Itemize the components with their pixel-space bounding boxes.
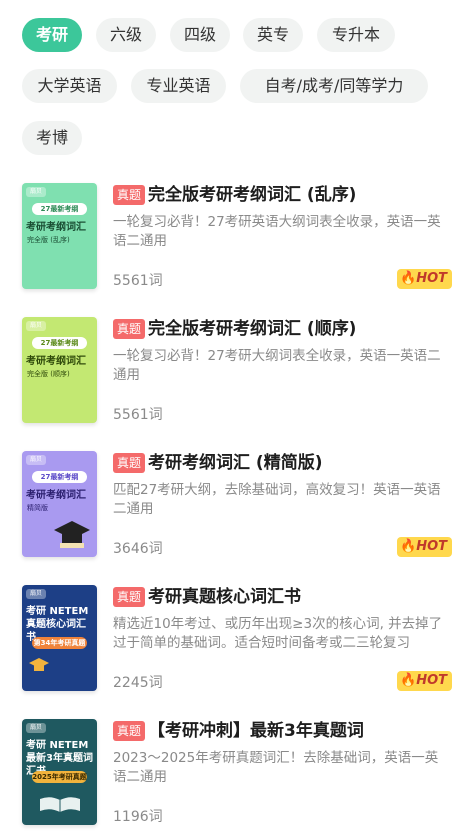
book-item[interactable]: 扇贝 27最新考纲 考研考纲词汇 精简版 真题 考研考纲词汇 (精简版) 匹配2… (0, 451, 475, 569)
cover-subtitle: 精简版 (27, 504, 48, 512)
hot-label: HOT (416, 539, 447, 554)
hot-badge: 🔥HOT (397, 671, 452, 691)
book-cover: 扇贝 27最新考纲 考研考纲词汇 完全版 (顺序) (22, 317, 97, 423)
word-count: 1196词 (113, 809, 163, 825)
book-description: 一轮复习必背！27考研大纲词表全收录，英语一英语二通用 (113, 348, 441, 383)
zhenti-tag: 真题 (113, 185, 146, 205)
book-cover: 扇贝 27最新考纲 考研考纲词汇 完全版 (乱序) (22, 183, 97, 289)
word-count: 3646词 (113, 541, 163, 557)
book-item[interactable]: 扇贝 考研 NETEM 最新3年真题词汇书 2025年考研真题 真题 【考研冲刺… (0, 719, 475, 837)
hot-badge: 🔥HOT (397, 537, 452, 557)
zhenti-tag: 真题 (113, 587, 146, 607)
cover-title: 考研考纲词汇 (26, 222, 86, 233)
cover-brand: 扇贝 (26, 321, 47, 331)
cover-ribbon: 2025年考研真题 (32, 771, 87, 783)
word-count: 5561词 (113, 273, 163, 289)
chip-cet6[interactable]: 六级 (96, 18, 156, 52)
chip-zhuanshengben[interactable]: 专升本 (317, 18, 395, 52)
book-item[interactable]: 扇贝 27最新考纲 考研考纲词汇 完全版 (顺序) 真题 完全版考研考纲词汇 (… (0, 317, 475, 435)
flame-icon: 🔥 (400, 539, 417, 554)
chip-self-study-exams[interactable]: 自考/成考/同等学力 (240, 69, 428, 103)
flame-icon: 🔥 (400, 673, 417, 688)
book-item[interactable]: 扇贝 考研 NETEM 真题核心词汇书 第34年考研真题 真题 考研真题核心词汇… (0, 585, 475, 703)
book-title: 完全版考研考纲词汇 (顺序) (148, 319, 357, 339)
hot-label: HOT (416, 271, 447, 286)
cover-brand: 扇贝 (26, 187, 47, 197)
chip-professional-english[interactable]: 专业英语 (131, 69, 226, 103)
cover-title: 考研考纲词汇 (26, 490, 86, 501)
book-title: 考研考纲词汇 (精简版) (148, 453, 323, 473)
book-title: 完全版考研考纲词汇 (乱序) (148, 185, 357, 205)
book-description: 精选近10年考过、或历年出现≥3次的核心词, 并去掉了过于简单的基础词。适合短时… (113, 616, 443, 651)
word-count: 2245词 (113, 675, 163, 691)
cover-title: 考研考纲词汇 (26, 356, 86, 367)
cover-subtitle: 完全版 (乱序) (27, 236, 70, 244)
book-description: 匹配27考研大纲，去除基础词，高效复习！英语一英语二通用 (113, 482, 441, 517)
book-description: 一轮复习必背！27考研英语大纲词表全收录，英语一英语二通用 (113, 214, 441, 249)
zhenti-tag: 真题 (113, 453, 146, 473)
graduation-cap-icon (54, 521, 90, 548)
chip-college-english[interactable]: 大学英语 (22, 69, 117, 103)
book-cover: 扇贝 27最新考纲 考研考纲词汇 精简版 (22, 451, 97, 557)
chip-cet4[interactable]: 四级 (170, 18, 230, 52)
book-item[interactable]: 扇贝 27最新考纲 考研考纲词汇 完全版 (乱序) 真题 完全版考研考纲词汇 (… (0, 183, 475, 301)
cover-brand: 扇贝 (26, 455, 47, 465)
book-description: 2023～2025年考研真题词汇！去除基础词，英语一英语二通用 (113, 750, 439, 785)
hot-label: HOT (416, 673, 447, 688)
cover-ribbon: 27最新考纲 (32, 337, 87, 349)
cover-brand: 扇贝 (26, 723, 47, 733)
chip-english-major[interactable]: 英专 (243, 18, 303, 52)
open-book-icon (40, 797, 80, 812)
cover-ribbon: 27最新考纲 (32, 203, 87, 215)
cover-brand: 扇贝 (26, 589, 47, 599)
chip-kaobo[interactable]: 考博 (22, 121, 82, 155)
cover-ribbon: 第34年考研真题 (32, 637, 87, 649)
word-count: 5561词 (113, 407, 163, 423)
zhenti-tag: 真题 (113, 319, 146, 339)
chip-kaoyan[interactable]: 考研 (22, 18, 82, 52)
hot-badge: 🔥HOT (397, 269, 452, 289)
book-title: 考研真题核心词汇书 (148, 587, 301, 607)
category-chips: 考研 六级 四级 英专 专升本 大学英语 专业英语 自考/成考/同等学力 考博 (0, 0, 475, 170)
cover-ribbon: 27最新考纲 (32, 471, 87, 483)
cover-subtitle: 完全版 (顺序) (27, 370, 70, 378)
zhenti-tag: 真题 (113, 721, 146, 741)
book-cover: 扇贝 考研 NETEM 真题核心词汇书 第34年考研真题 (22, 585, 97, 691)
graduation-cap-icon (29, 658, 49, 671)
flame-icon: 🔥 (400, 271, 417, 286)
book-title: 【考研冲刺】最新3年真题词 (148, 721, 364, 741)
book-cover: 扇贝 考研 NETEM 最新3年真题词汇书 2025年考研真题 (22, 719, 97, 825)
